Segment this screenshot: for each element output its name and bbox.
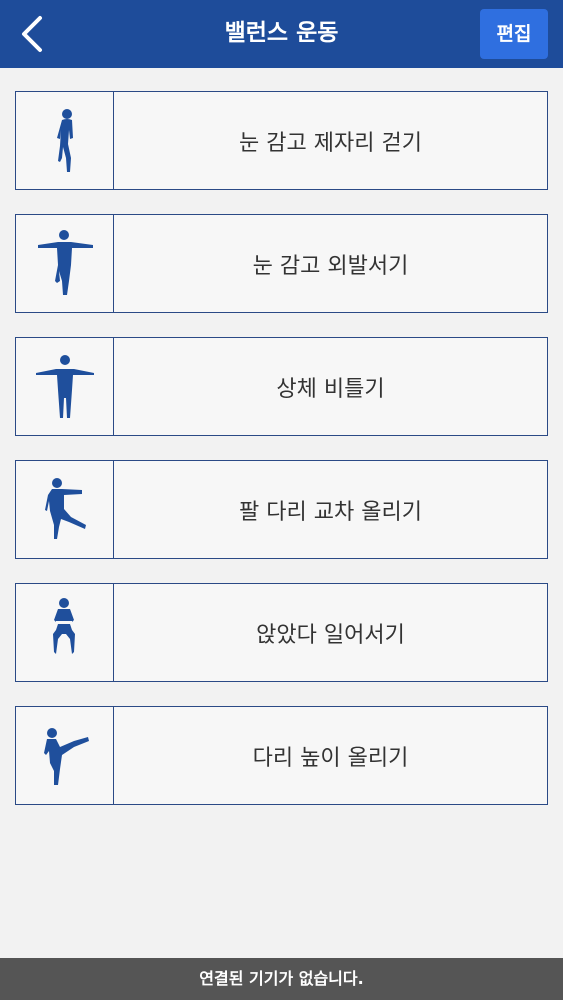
connection-status-bar: 연결된 기기가 없습니다.: [0, 958, 563, 1000]
one-leg-stand-figure-icon: [16, 215, 114, 312]
torso-twist-figure-icon: [16, 338, 114, 435]
cross-limb-raise-figure-icon: [16, 461, 114, 558]
exercise-item-squat[interactable]: 앉았다 일어서기: [15, 583, 548, 682]
exercise-label: 팔 다리 교차 올리기: [239, 499, 422, 525]
exercise-item-one-leg-stand[interactable]: 눈 감고 외발서기: [15, 214, 548, 313]
edit-button[interactable]: 편집: [480, 9, 548, 59]
exercise-label: 상체 비틀기: [276, 376, 385, 402]
exercise-item-high-leg-raise[interactable]: 다리 높이 올리기: [15, 706, 548, 805]
exercise-item-cross-limb-raise[interactable]: 팔 다리 교차 올리기: [15, 460, 548, 559]
exercise-label: 눈 감고 제자리 걷기: [239, 130, 422, 156]
squat-figure-icon: [16, 584, 114, 681]
exercise-item-walking-in-place[interactable]: 눈 감고 제자리 걷기: [15, 91, 548, 190]
exercise-item-torso-twist[interactable]: 상체 비틀기: [15, 337, 548, 436]
page-title: 밸런스 운동: [224, 20, 339, 46]
connection-status-text: 연결된 기기가 없습니다.: [199, 969, 364, 988]
exercise-label: 앉았다 일어서기: [256, 622, 405, 648]
high-leg-raise-figure-icon: [16, 707, 114, 804]
exercise-label: 다리 높이 올리기: [252, 745, 409, 771]
exercise-label: 눈 감고 외발서기: [252, 253, 409, 279]
exercise-list: 눈 감고 제자리 걷기 눈 감고 외발서기 상체 비틀기 팔 다리 교차 올리기: [15, 91, 548, 829]
walking-in-place-figure-icon: [16, 92, 114, 189]
app-header: 밸런스 운동 편집: [0, 0, 563, 68]
